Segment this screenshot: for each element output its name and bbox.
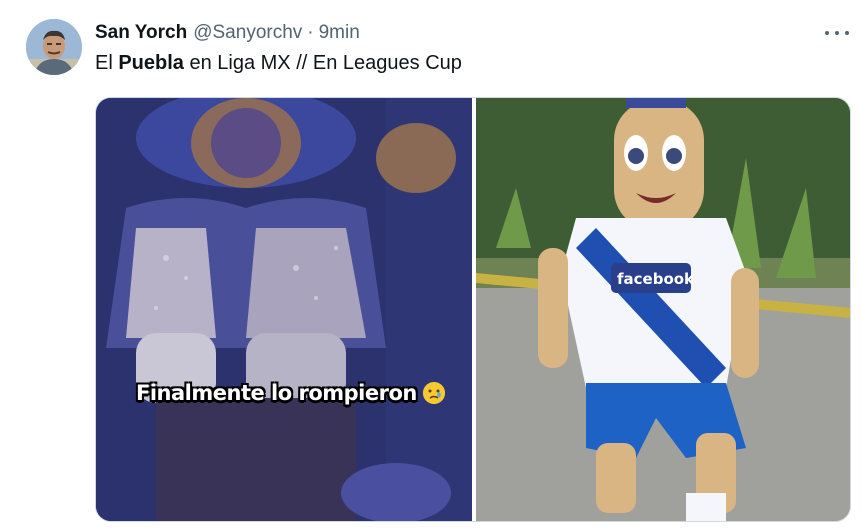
more-options-icon[interactable] [823,18,851,46]
avatar-photo [26,19,82,75]
avatar[interactable] [26,19,82,75]
tweet-text-start: El [95,52,119,74]
tweet[interactable]: San Yorch @Sanyorchv · 9min El Puebla en… [0,0,861,531]
tweet-header: San Yorch @Sanyorchv · 9min [95,20,360,46]
timestamp[interactable]: 9min [319,22,360,44]
media-image-trophy[interactable]: Finalmente lo rompieron [96,98,472,521]
author-name[interactable]: San Yorch [95,22,187,44]
caption-text: Finalmente lo rompieron [136,381,417,405]
media-caption: Finalmente lo rompieron [136,381,445,405]
media-image-mascot[interactable]: facebook [476,98,850,521]
trophy-scene [96,98,472,521]
author-handle[interactable]: @Sanyorchv [193,22,302,44]
jersey-text: facebook [617,270,695,288]
separator-dot: · [307,22,314,43]
tweet-text-bold: Puebla [118,52,184,74]
crying-face-icon [422,382,445,404]
tweet-text: El Puebla en Liga MX // En Leagues Cup [95,52,462,75]
mascot-scene: facebook [476,98,850,521]
crying-face-emoji [422,382,445,404]
tweet-media[interactable]: Finalmente lo rompieron facebook [95,97,851,522]
tweet-text-end: en Liga MX // En Leagues Cup [183,52,462,74]
